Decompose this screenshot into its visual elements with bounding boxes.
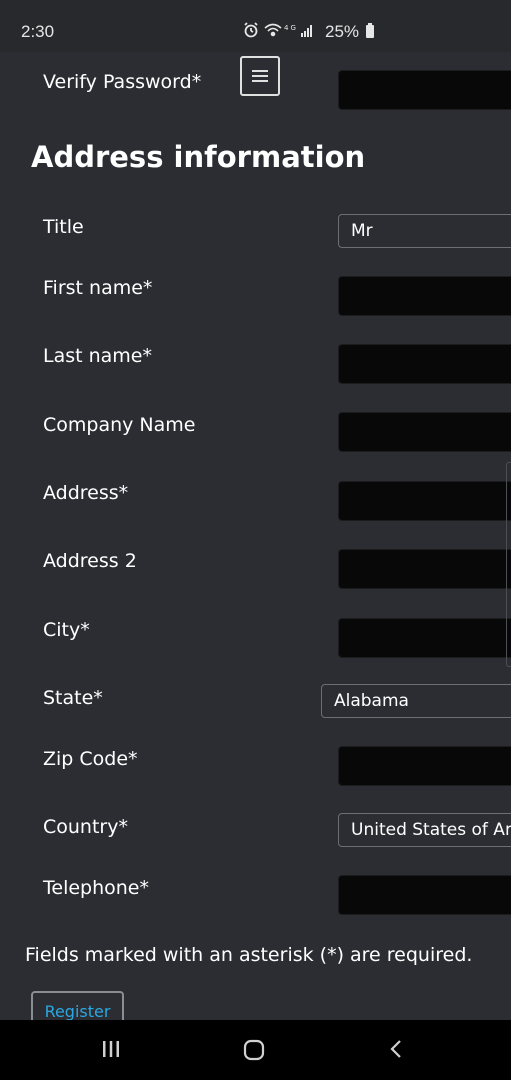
country-label: Country* [43, 816, 128, 838]
verify-password-input[interactable] [338, 70, 511, 110]
last-name-input[interactable] [338, 344, 511, 384]
status-icon-strip: 4G [244, 22, 312, 38]
state-select-value: Alabama [334, 691, 409, 711]
zip-code-input[interactable] [338, 746, 511, 786]
address2-label: Address 2 [43, 550, 137, 572]
signal-icon [301, 25, 312, 37]
status-icons: 4G [243, 21, 319, 42]
alarm-icon [244, 22, 258, 38]
company-name-label: Company Name [43, 414, 196, 436]
required-fields-note: Fields marked with an asterisk (*) are r… [25, 944, 473, 966]
recent-apps-icon[interactable] [101, 1039, 121, 1059]
menu-button[interactable] [240, 56, 280, 96]
address2-input[interactable] [338, 549, 511, 589]
verify-password-label: Verify Password* [43, 71, 202, 93]
state-label: State* [43, 687, 103, 709]
last-name-label: Last name* [43, 345, 152, 367]
address-input[interactable] [338, 481, 511, 521]
telephone-label: Telephone* [43, 877, 149, 899]
zip-code-label: Zip Code* [43, 748, 138, 770]
section-title: Address information [31, 140, 366, 174]
wifi-icon [264, 23, 282, 37]
4g-icon: 4G [284, 24, 298, 32]
battery-percentage: 25% [325, 22, 360, 41]
state-select[interactable]: Alabama [321, 684, 511, 718]
address-label: Address* [43, 482, 129, 504]
title-select-value: Mr [351, 221, 373, 241]
back-icon[interactable] [387, 1039, 407, 1059]
battery-icon [366, 23, 374, 38]
status-time: 2:30 [21, 22, 55, 41]
hamburger-menu-icon [252, 70, 268, 82]
home-icon[interactable] [243, 1039, 265, 1061]
scrollbar[interactable] [506, 462, 511, 667]
city-input[interactable] [338, 618, 511, 658]
first-name-input[interactable] [338, 276, 511, 316]
title-label: Title [43, 216, 84, 238]
telephone-input[interactable] [338, 875, 511, 915]
company-name-input[interactable] [338, 412, 511, 452]
first-name-label: First name* [43, 277, 153, 299]
country-select[interactable]: United States of Amer [338, 813, 511, 847]
country-select-value: United States of Amer [351, 820, 511, 840]
city-label: City* [43, 619, 90, 641]
status-bar: 2:30 4G 25% [0, 0, 511, 52]
system-nav-bar [0, 1020, 511, 1080]
title-select[interactable]: Mr [338, 214, 511, 248]
